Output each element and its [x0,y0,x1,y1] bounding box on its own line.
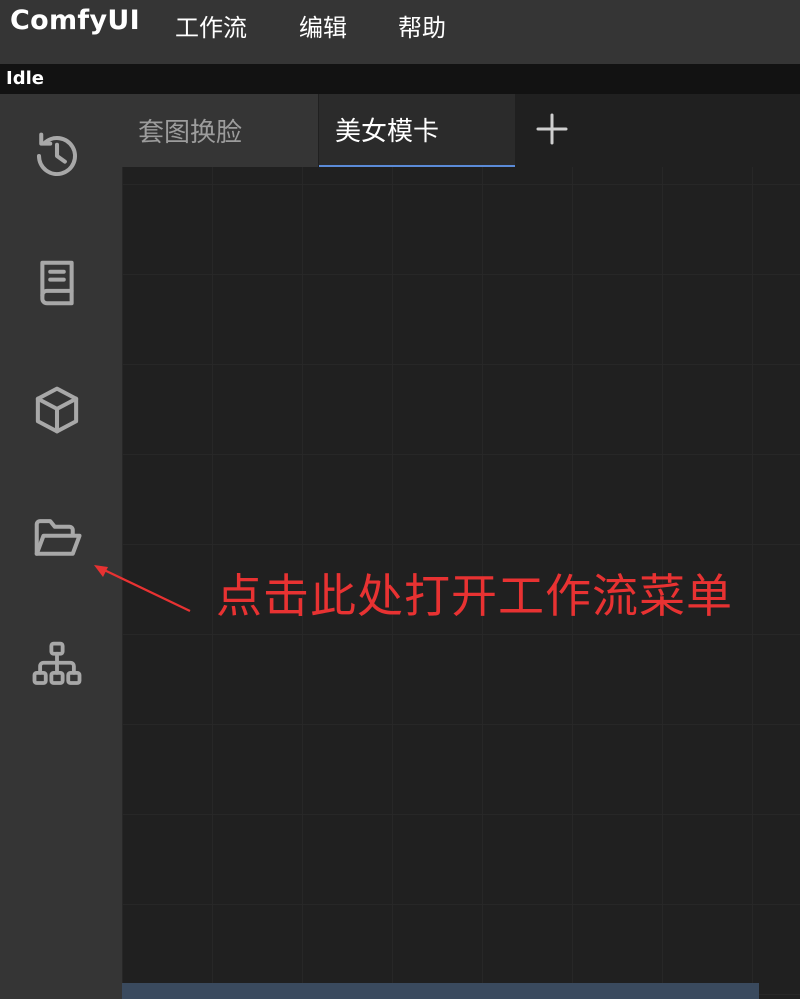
annotation-arrow [94,565,191,612]
bottom-panel-edge [122,983,759,999]
annotation-text: 点击此处打开工作流菜单 [216,569,733,623]
